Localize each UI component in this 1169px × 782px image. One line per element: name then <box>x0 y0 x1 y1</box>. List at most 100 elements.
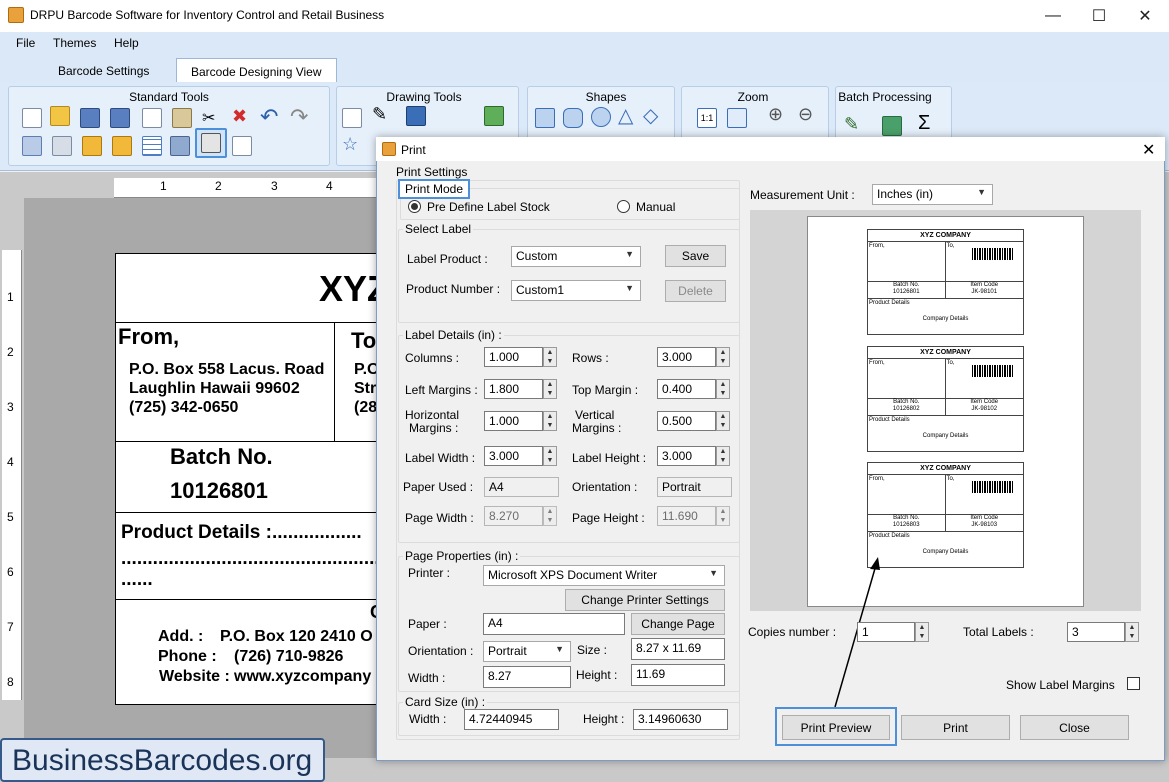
minimize-icon[interactable]: — <box>1030 0 1076 32</box>
change-printer-settings-button[interactable]: Change Printer Settings <box>565 589 725 611</box>
save-as-icon[interactable] <box>110 108 130 128</box>
zoom-fit-icon[interactable] <box>727 108 747 128</box>
close-icon[interactable]: ✕ <box>1122 0 1168 32</box>
top-margin-label: Top Margin : <box>572 383 639 397</box>
maximize-icon[interactable]: ☐ <box>1076 0 1122 32</box>
card-height-label: Height : <box>583 712 625 726</box>
paste-icon[interactable] <box>172 108 192 128</box>
horizontal-margins-spinner[interactable]: ▲ ▼ <box>543 411 557 431</box>
send-back-icon[interactable] <box>52 136 72 156</box>
print-dialog-title: Print <box>401 143 426 157</box>
label-product-select[interactable]: Custom ▼ <box>511 246 641 267</box>
rows-spinner[interactable]: ▲ ▼ <box>716 347 730 367</box>
label-width-input[interactable]: 3.000 <box>484 446 543 466</box>
preview-product: Product Details <box>869 533 910 539</box>
measurement-unit-select[interactable]: Inches (in) ▼ <box>872 184 993 205</box>
print-preview-button[interactable]: Print Preview <box>782 715 890 740</box>
menu-file[interactable]: File <box>16 36 35 50</box>
horizontal-margins-input[interactable]: 1.000 <box>484 411 543 431</box>
rounded-rectangle-icon[interactable] <box>563 108 583 128</box>
unlock-icon[interactable] <box>112 136 132 156</box>
left-margins-spinner[interactable]: ▲ ▼ <box>543 379 557 399</box>
new-icon[interactable] <box>22 108 42 128</box>
paper-input[interactable]: A4 <box>483 613 625 635</box>
dialog-close-icon[interactable]: ✕ <box>1142 140 1155 160</box>
radio-manual[interactable] <box>617 200 630 213</box>
print-settings-icon[interactable] <box>170 136 190 156</box>
top-margin-spinner[interactable]: ▲ ▼ <box>716 379 730 399</box>
menu-themes[interactable]: Themes <box>53 36 96 50</box>
vertical-margins-spinner[interactable]: ▲ ▼ <box>716 411 730 431</box>
image-tool-icon[interactable] <box>406 106 426 126</box>
ruler-mark: 1 <box>160 179 167 193</box>
tab-barcode-designing-view[interactable]: Barcode Designing View <box>176 58 337 82</box>
paper-used-label: Paper Used : <box>403 480 474 494</box>
size-field: 8.27 x 11.69 <box>631 638 725 660</box>
vertical-margins-input[interactable]: 0.500 <box>657 411 716 431</box>
columns-input[interactable]: 1.000 <box>484 347 543 367</box>
lock-icon[interactable] <box>82 136 102 156</box>
redo-icon[interactable]: ↷ <box>290 104 308 130</box>
picture-tool-icon[interactable] <box>484 106 504 126</box>
copy-icon[interactable] <box>142 108 162 128</box>
preview-item-value: JK-98101 <box>971 289 998 295</box>
rectangle-icon[interactable] <box>535 108 555 128</box>
top-margin-input[interactable]: 0.400 <box>657 379 716 399</box>
save-icon[interactable] <box>80 108 100 128</box>
diamond-icon[interactable]: ◇ <box>643 103 658 128</box>
card-height-input[interactable]: 3.14960630 <box>633 709 728 730</box>
excel-import-icon[interactable] <box>882 116 902 136</box>
group-title-zoom: Zoom <box>737 90 769 104</box>
save-button[interactable]: Save <box>665 245 726 267</box>
delete-icon[interactable]: ✖ <box>232 106 247 127</box>
product-number-value: Custom1 <box>516 283 565 297</box>
tab-barcode-settings[interactable]: Barcode Settings <box>44 58 163 82</box>
product-number-select[interactable]: Custom1 ▼ <box>511 280 641 301</box>
formula-icon[interactable]: Σ <box>918 112 930 135</box>
printer-select[interactable]: Microsoft XPS Document Writer ▼ <box>483 565 725 586</box>
text-tool-icon[interactable] <box>342 108 362 128</box>
print-button-dialog[interactable]: Print <box>901 715 1010 740</box>
columns-spinner[interactable]: ▲ ▼ <box>543 347 557 367</box>
card-width-input[interactable]: 4.72440945 <box>464 709 559 730</box>
zoom-out-icon[interactable]: ⊖ <box>798 104 813 125</box>
ruler-mark: 2 <box>7 345 14 359</box>
total-labels-label: Total Labels : <box>963 625 1034 639</box>
close-button[interactable]: Close <box>1020 715 1129 740</box>
copies-number-spinner[interactable]: ▲ ▼ <box>915 622 929 642</box>
delete-button[interactable]: Delete <box>665 280 726 302</box>
pen-tool-icon[interactable]: ✎ <box>372 104 387 125</box>
label-design[interactable]: XYZ From, P.O. Box 558 Lacus. Road Laugh… <box>115 253 390 705</box>
change-page-button[interactable]: Change Page <box>631 613 725 635</box>
undo-icon[interactable]: ↶ <box>260 104 278 130</box>
radio-predefine-label-stock[interactable] <box>408 200 421 213</box>
product-number-label: Product Number : <box>406 282 501 296</box>
height-input[interactable]: 11.69 <box>631 664 725 686</box>
show-label-margins-checkbox[interactable] <box>1127 677 1140 690</box>
label-height-input[interactable]: 3.000 <box>657 446 716 466</box>
triangle-icon[interactable]: △ <box>618 103 633 128</box>
zoom-in-icon[interactable]: ⊕ <box>768 104 783 125</box>
label-width-spinner[interactable]: ▲ ▼ <box>543 446 557 466</box>
left-margins-input[interactable]: 1.800 <box>484 379 543 399</box>
divider <box>334 322 335 442</box>
copies-number-input[interactable]: 1 <box>857 622 915 642</box>
orientation-select[interactable]: Portrait ▼ <box>483 641 571 662</box>
ellipse-icon[interactable] <box>591 107 611 127</box>
preview-batch-key: Batch No. <box>893 282 920 288</box>
cut-icon[interactable]: ✂ <box>202 108 215 128</box>
menu-help[interactable]: Help <box>114 36 139 50</box>
preview-company: XYZ COMPANY <box>868 463 1023 475</box>
label-height-spinner[interactable]: ▲ ▼ <box>716 446 730 466</box>
total-labels-input[interactable]: 3 <box>1067 622 1125 642</box>
total-labels-spinner[interactable]: ▲ ▼ <box>1125 622 1139 642</box>
zoom-actual-icon[interactable]: 1:1 <box>697 108 717 128</box>
open-icon[interactable] <box>50 106 70 126</box>
batch-edit-icon[interactable]: ✎ <box>844 114 859 135</box>
rows-input[interactable]: 3.000 <box>657 347 716 367</box>
grid-icon[interactable] <box>142 136 162 156</box>
star-tool-icon[interactable]: ☆ <box>342 134 358 155</box>
bring-front-icon[interactable] <box>22 136 42 156</box>
export-icon[interactable] <box>232 136 252 156</box>
width-input[interactable]: 8.27 <box>483 666 571 688</box>
